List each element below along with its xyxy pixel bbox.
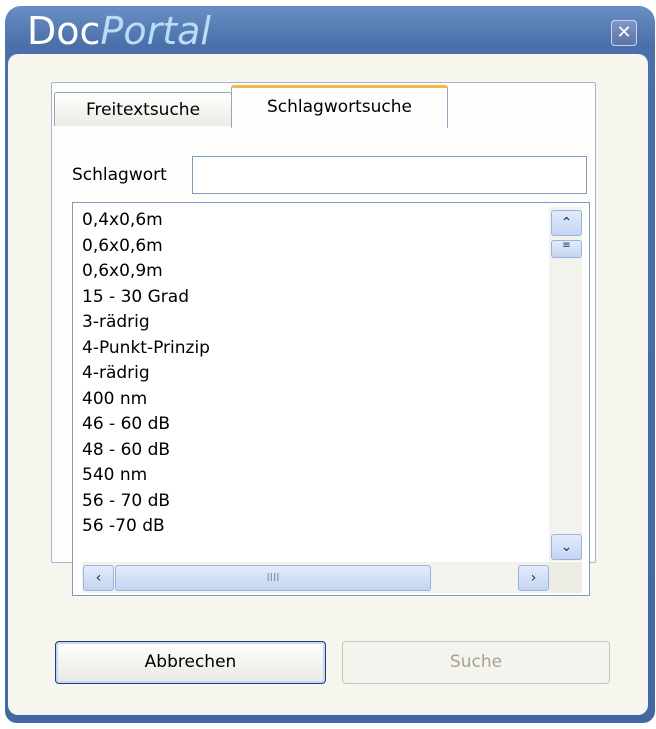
tab-freitextsuche[interactable]: Freitextsuche: [54, 92, 232, 126]
list-item[interactable]: 400 nm: [82, 387, 542, 413]
vertical-scrollbar[interactable]: [549, 207, 582, 561]
search-button[interactable]: Suche: [342, 641, 610, 684]
list-item[interactable]: 4-rädrig: [82, 361, 542, 387]
keyword-list-items: 0,4x0,6m 0,6x0,6m 0,6x0,9m 15 - 30 Grad …: [82, 208, 542, 560]
list-item[interactable]: 56 -70 dB: [82, 514, 542, 540]
tab-schlagwortsuche[interactable]: Schlagwortsuche: [231, 85, 448, 128]
chevron-left-icon[interactable]: ‹: [83, 565, 114, 591]
list-item[interactable]: 48 - 60 dB: [82, 438, 542, 464]
list-item[interactable]: 15 - 30 Grad: [82, 285, 542, 311]
schlagwort-input[interactable]: [192, 156, 587, 194]
chevron-up-icon[interactable]: ⌃: [551, 210, 582, 236]
list-item[interactable]: 0,6x0,6m: [82, 234, 542, 260]
list-item[interactable]: 4-Punkt-Prinzip: [82, 336, 542, 362]
vertical-scroll-thumb[interactable]: ≡: [551, 240, 582, 258]
horizontal-scroll-thumb[interactable]: IIII: [115, 565, 431, 591]
title-portal: Portal: [100, 9, 211, 53]
list-item[interactable]: 0,4x0,6m: [82, 208, 542, 234]
scroll-corner: [549, 562, 582, 593]
chevron-right-icon[interactable]: ›: [518, 565, 549, 591]
list-item[interactable]: 3-rädrig: [82, 310, 542, 336]
list-item[interactable]: 540 nm: [82, 463, 542, 489]
list-item[interactable]: 0,6x0,9m: [82, 259, 542, 285]
close-icon[interactable]: ✕: [611, 20, 637, 46]
chevron-down-icon[interactable]: ⌄: [551, 534, 582, 560]
window-title: DocPortal: [27, 6, 211, 58]
cancel-button[interactable]: Abbrechen: [55, 641, 326, 684]
title-doc: Doc: [27, 9, 101, 53]
schlagwort-label: Schlagwort: [72, 165, 167, 185]
list-item[interactable]: 56 - 70 dB: [82, 489, 542, 515]
list-item[interactable]: 46 - 60 dB: [82, 412, 542, 438]
